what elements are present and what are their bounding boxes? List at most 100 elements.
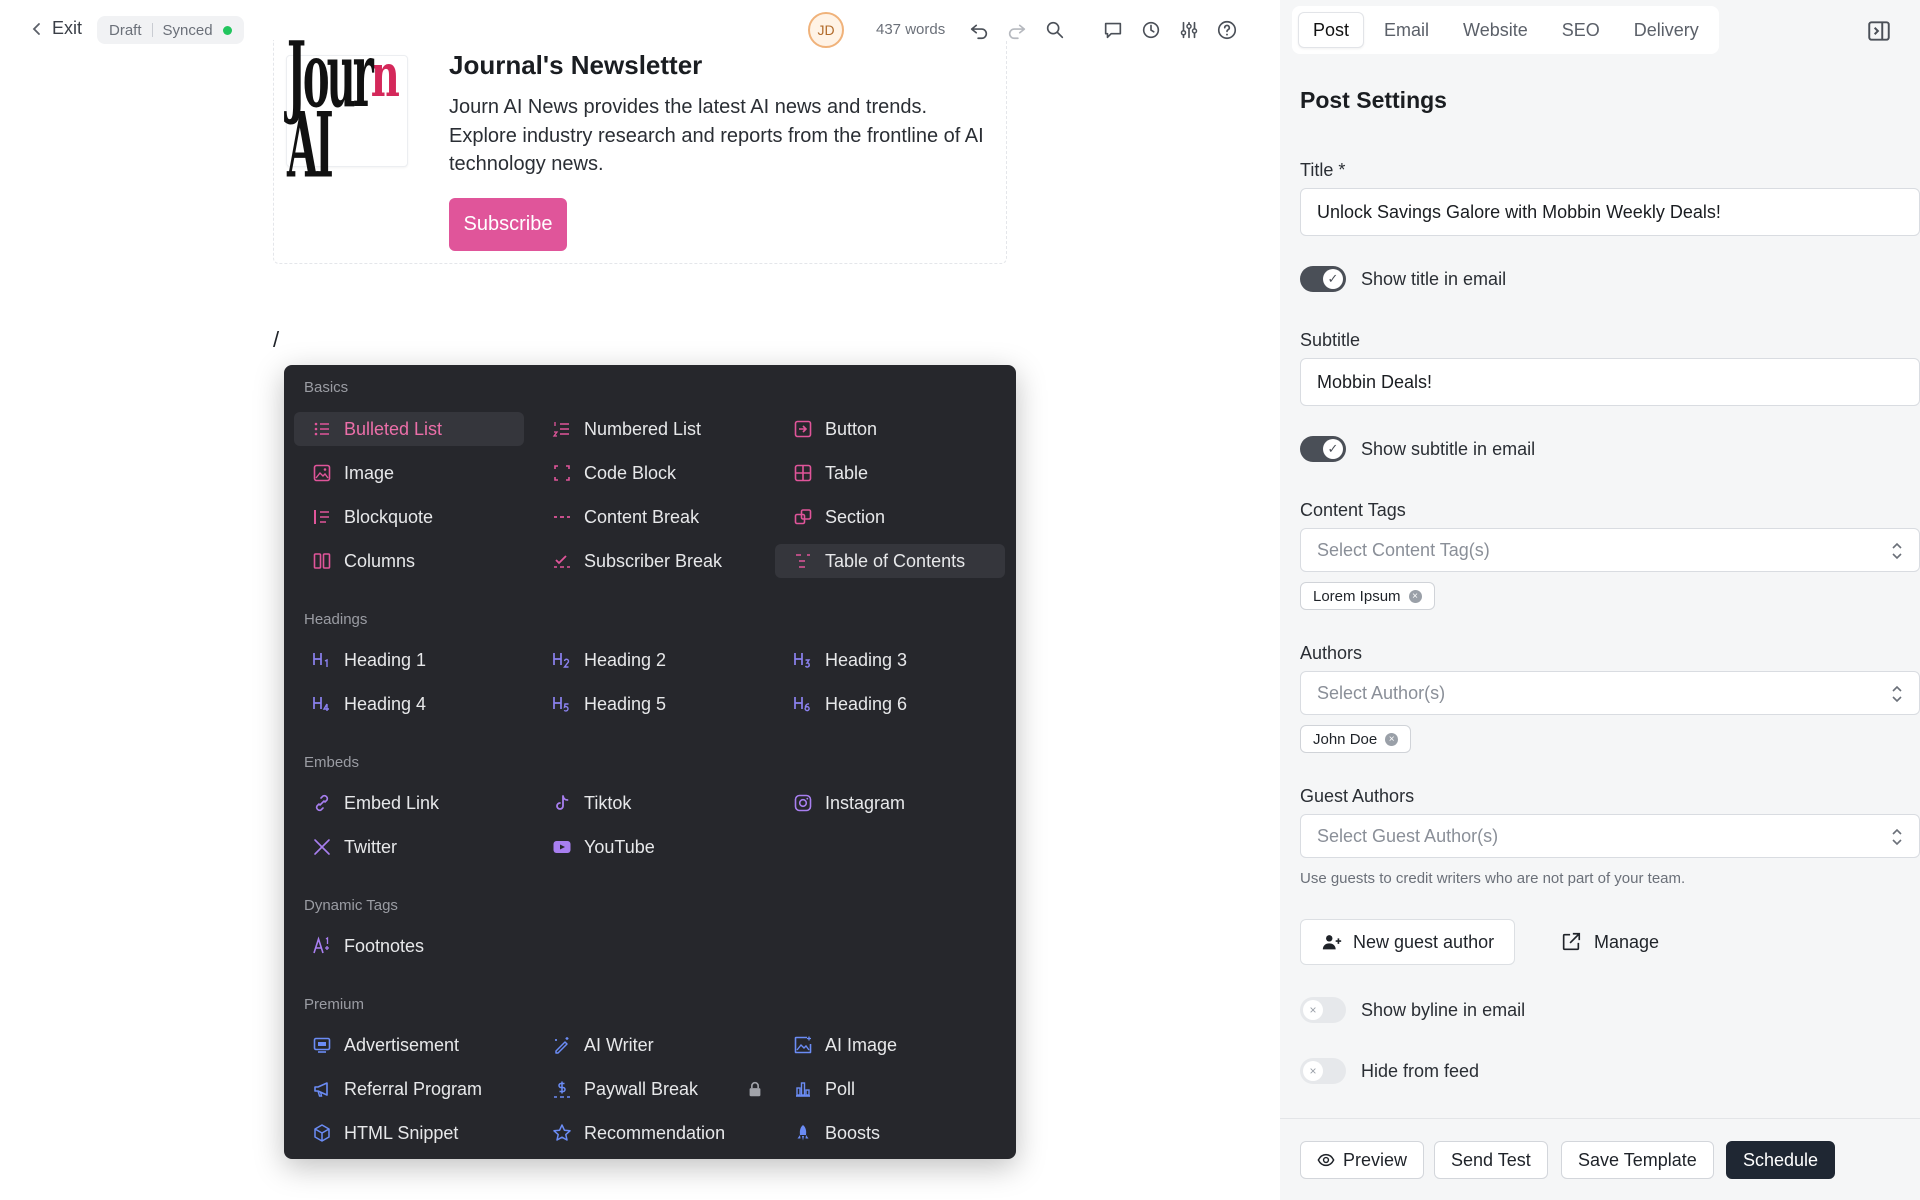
menu-item-heading-2[interactable]: Heading 2 [534,643,764,677]
content-tags-select[interactable]: Select Content Tag(s) [1300,528,1920,572]
menu-item-label: Footnotes [344,935,425,956]
chevron-left-icon [32,22,40,35]
youtube-icon [552,837,572,857]
menu-item-advertisement[interactable]: Advertisement [294,1028,524,1062]
heading-2-icon [552,650,572,670]
preview-label: Preview [1343,1149,1408,1170]
ai-image-icon [793,1035,813,1055]
schedule-button[interactable]: Schedule [1726,1141,1836,1179]
menu-item-heading-1[interactable]: Heading 1 [294,643,524,677]
subscriber-break-icon [552,551,572,571]
show-title-toggle[interactable]: ✓ [1300,266,1346,292]
menu-item-label: Bulleted List [344,418,443,439]
external-link-icon [1562,932,1581,951]
menu-item-label: Table [825,462,869,483]
editor-pane: Exit Draft Synced JD 437 words JournAI J… [0,0,1280,1200]
word-count: 437 words [876,21,946,38]
menu-item-html-snippet[interactable]: HTML Snippet [294,1116,524,1150]
menu-item-image[interactable]: Image [294,456,524,490]
newsletter-title: Journal's Newsletter [449,50,703,80]
menu-section-basics: Basics [304,379,349,396]
remove-chip-icon[interactable]: × [1385,732,1399,746]
authors-select[interactable]: Select Author(s) [1300,671,1920,715]
menu-item-section[interactable]: Section [775,500,1005,534]
menu-item-heading-4[interactable]: Heading 4 [294,687,524,721]
exit-button[interactable]: Exit [30,18,82,39]
menu-item-boosts[interactable]: Boosts [775,1116,1005,1150]
menu-item-paywall-break[interactable]: Paywall Break [534,1072,764,1106]
tab-delivery[interactable]: Delivery [1620,12,1713,48]
send-test-button[interactable]: Send Test [1434,1141,1548,1179]
save-template-button[interactable]: Save Template [1561,1141,1714,1179]
search-button[interactable] [1041,16,1069,44]
chip-label: Lorem Ipsum [1313,587,1401,605]
subtitle-input[interactable] [1300,358,1920,406]
redo-button[interactable] [1003,16,1031,44]
megaphone-icon [312,1079,332,1099]
menu-item-footnotes[interactable]: Footnotes [294,929,524,963]
bulleted-list-icon [312,419,332,439]
guest-authors-label: Guest Authors [1300,786,1415,806]
history-button[interactable] [1137,16,1165,44]
show-subtitle-toggle[interactable]: ✓ [1300,436,1346,462]
tab-post[interactable]: Post [1298,12,1365,48]
menu-item-heading-5[interactable]: Heading 5 [534,687,764,721]
manage-button[interactable]: Manage [1546,919,1673,965]
menu-item-numbered-list[interactable]: Numbered List [534,412,764,446]
guest-authors-select[interactable]: Select Guest Author(s) [1300,814,1920,858]
menu-item-table-of-contents[interactable]: Table of Contents [775,544,1005,578]
tab-seo[interactable]: SEO [1548,12,1614,48]
preview-button[interactable]: Preview [1300,1141,1425,1179]
poll-icon [793,1079,813,1099]
title-input[interactable] [1300,188,1920,236]
check-icon: ✓ [1323,439,1343,459]
menu-item-tiktok[interactable]: Tiktok [534,786,764,820]
authors-placeholder: Select Author(s) [1317,682,1446,703]
menu-item-columns[interactable]: Columns [294,544,524,578]
menu-item-referral-program[interactable]: Referral Program [294,1072,524,1106]
instagram-icon [793,793,813,813]
editor-slash-command[interactable]: / [273,327,279,353]
menu-item-instagram[interactable]: Instagram [775,786,1005,820]
adjustments-button[interactable] [1175,16,1203,44]
help-button[interactable] [1213,16,1241,44]
remove-chip-icon[interactable]: × [1408,589,1422,603]
menu-item-label: Section [825,506,886,527]
panel-collapse-icon[interactable] [1866,18,1892,44]
menu-item-blockquote[interactable]: Blockquote [294,500,524,534]
menu-item-ai-image[interactable]: AI Image [775,1028,1005,1062]
menu-item-embed-link[interactable]: Embed Link [294,786,524,820]
menu-item-heading-6[interactable]: Heading 6 [775,687,1005,721]
menu-item-subscriber-break[interactable]: Subscriber Break [534,544,764,578]
x-twitter-icon [312,837,332,857]
menu-item-content-break[interactable]: Content Break [534,500,764,534]
subscribe-button[interactable]: Subscribe [449,198,567,251]
hide-feed-toggle[interactable]: × [1300,1058,1346,1084]
menu-item-recommendation[interactable]: Recommendation [534,1116,764,1150]
heading-6-icon [793,694,813,714]
menu-item-poll[interactable]: Poll [775,1072,1005,1106]
show-byline-toggle[interactable]: × [1300,997,1346,1023]
tab-email[interactable]: Email [1370,12,1443,48]
menu-item-bulleted-list[interactable]: Bulleted List [294,412,524,446]
authors-label: Authors [1300,643,1363,663]
menu-item-heading-3[interactable]: Heading 3 [775,643,1005,677]
comments-button[interactable] [1099,16,1127,44]
send-test-label: Send Test [1451,1149,1531,1170]
link-icon [312,793,332,813]
status-badge: Draft Synced [97,16,244,44]
numbered-list-icon [552,419,572,439]
check-icon: ✓ [1323,269,1343,289]
menu-item-twitter[interactable]: Twitter [294,830,524,864]
menu-item-label: Code Block [584,462,677,483]
tab-website[interactable]: Website [1449,12,1542,48]
menu-item-ai-writer[interactable]: AI Writer [534,1028,764,1062]
menu-item-label: Twitter [344,836,398,857]
menu-item-button[interactable]: Button [775,412,1005,446]
menu-item-label: Heading 3 [825,649,908,670]
menu-item-youtube[interactable]: YouTube [534,830,764,864]
new-guest-author-button[interactable]: New guest author [1300,919,1516,965]
menu-item-code-block[interactable]: Code Block [534,456,764,490]
manage-label: Manage [1594,931,1660,952]
menu-item-table[interactable]: Table [775,456,1005,490]
